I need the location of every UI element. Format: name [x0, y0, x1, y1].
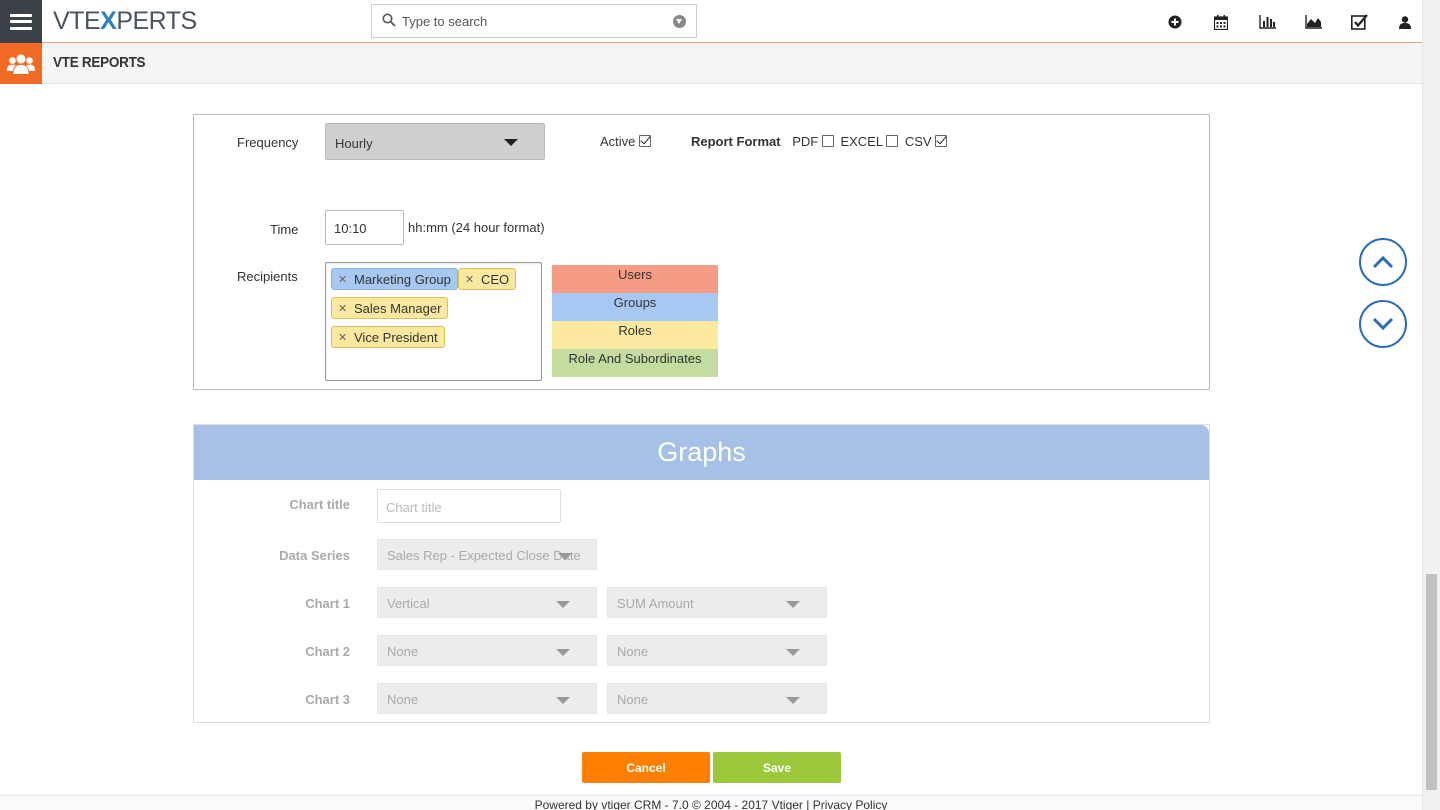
chart-title-label: Chart title [289, 497, 350, 512]
logo-suffix: PERTS [116, 7, 197, 35]
caret-down-icon [786, 697, 800, 704]
recipient-name: CEO [481, 272, 510, 287]
schedule-panel: Frequency Hourly Active Report Format PD… [193, 114, 1210, 390]
format-excel-checkbox[interactable] [886, 135, 899, 147]
graphs-title: Graphs [657, 437, 746, 467]
top-bar: VTEXPERTS [0, 0, 1440, 43]
data-series-select[interactable]: Sales Rep - Expected Close Date [377, 539, 597, 570]
recipient-name: Sales Manager [354, 301, 442, 316]
search-icon [382, 13, 396, 27]
chevron-down-icon [1372, 317, 1394, 331]
graphs-header: Graphs [194, 425, 1209, 480]
caret-down-icon [556, 649, 570, 656]
legend-roles: Roles [552, 321, 718, 349]
scrollbar-thumb[interactable] [1426, 574, 1437, 790]
time-input[interactable]: 10:10 [325, 210, 404, 245]
scroll-down-button[interactable] [1359, 300, 1407, 348]
format-csv-label: CSV [904, 134, 932, 149]
area-chart-icon[interactable] [1302, 12, 1324, 32]
legend-users: Users [552, 265, 718, 293]
recipient-tag[interactable]: ✕ CEO [458, 268, 517, 290]
chevron-up-icon [1372, 255, 1394, 269]
search-dropdown-icon[interactable] [673, 15, 686, 28]
chart-1-field-value: SUM Amount [617, 596, 694, 611]
plus-circle-icon[interactable] [1164, 12, 1186, 32]
logo-prefix: VTE [53, 7, 101, 35]
chart-1-field-select[interactable]: SUM Amount [607, 587, 827, 618]
recipients-label: Recipients [237, 269, 298, 284]
data-series-label: Data Series [279, 548, 350, 563]
logo-x: X [100, 7, 117, 35]
active-field: Active [600, 134, 652, 149]
chart-3-type-select[interactable]: None [377, 683, 597, 714]
recipient-name: Marketing Group [354, 272, 451, 287]
legend-groups: Groups [552, 293, 718, 321]
frequency-select[interactable]: Hourly [325, 123, 545, 160]
user-icon[interactable] [1394, 12, 1416, 32]
recipient-name: Vice President [354, 330, 438, 345]
module-bar: VTE REPORTS [0, 43, 1422, 84]
caret-down-icon [504, 139, 518, 146]
scroll-up-button[interactable] [1359, 238, 1407, 286]
active-label: Active [600, 134, 636, 149]
hamburger-menu-button[interactable] [0, 0, 42, 43]
legend-role-and-subordinates: Role And Subordinates [552, 349, 718, 377]
data-series-value: Sales Rep - Expected Close Date [387, 548, 581, 563]
chart-3-type-value: None [387, 692, 419, 707]
active-checkbox[interactable] [639, 135, 652, 147]
remove-icon[interactable]: ✕ [338, 331, 347, 344]
time-format-hint: hh:mm (24 hour format) [408, 220, 545, 235]
remove-icon[interactable]: ✕ [338, 273, 347, 286]
search-input[interactable] [402, 11, 662, 31]
chart-3-field-value: None [617, 692, 649, 707]
chart-2-type-select[interactable]: None [377, 635, 597, 666]
recipient-tag[interactable]: ✕ Sales Manager [331, 297, 449, 319]
chart-title-input[interactable]: Chart title [377, 489, 561, 523]
page-scrollbar[interactable] [1422, 0, 1440, 810]
cancel-button[interactable]: Cancel [582, 752, 710, 783]
module-title[interactable]: VTE REPORTS [53, 54, 146, 71]
frequency-value: Hourly [335, 136, 373, 151]
caret-down-icon [786, 601, 800, 608]
time-value: 10:10 [334, 221, 367, 236]
caret-down-icon [786, 649, 800, 656]
report-format-field: Report Format PDF EXCEL CSV [691, 134, 948, 149]
graphs-panel: Graphs Chart title Chart title Data Seri… [193, 424, 1210, 723]
format-excel-label: EXCEL [840, 134, 883, 149]
search-box[interactable] [371, 4, 697, 38]
report-format-label: Report Format [691, 134, 781, 149]
chart-1-type-value: Vertical [387, 596, 430, 611]
chart-2-type-value: None [387, 644, 419, 659]
recipient-tag[interactable]: ✕ Marketing Group [331, 268, 458, 290]
remove-icon[interactable]: ✕ [465, 273, 474, 286]
format-pdf-label: PDF [792, 134, 819, 149]
recipient-tag[interactable]: ✕ Vice President [331, 326, 445, 348]
checkbox-icon[interactable] [1348, 12, 1370, 32]
frequency-label: Frequency [237, 135, 299, 150]
chart-1-type-select[interactable]: Vertical [377, 587, 597, 618]
hamburger-icon [10, 13, 32, 30]
format-pdf-checkbox[interactable] [821, 135, 834, 147]
bar-chart-icon[interactable] [1256, 12, 1278, 32]
recipients-multiselect[interactable]: ✕ Marketing Group ✕ CEO ✕ Sales Manager ✕ Vi… [325, 262, 542, 381]
calendar-icon[interactable] [1210, 12, 1232, 32]
users-group-icon[interactable] [0, 43, 42, 84]
footer: Powered by vtiger CRM - 7.0 © 2004 - 201… [0, 795, 1422, 810]
time-label: Time [270, 222, 299, 237]
chart-2-field-value: None [617, 644, 649, 659]
chart-2-label: Chart 2 [305, 644, 350, 659]
chart-3-label: Chart 3 [305, 692, 350, 707]
chart-1-label: Chart 1 [305, 596, 350, 611]
remove-icon[interactable]: ✕ [338, 302, 347, 315]
recipient-type-legend: Users Groups Roles Role And Subordinates [552, 265, 718, 377]
caret-down-icon [558, 553, 572, 560]
format-csv-checkbox[interactable] [935, 135, 948, 147]
chart-3-field-select[interactable]: None [607, 683, 827, 714]
chart-2-field-select[interactable]: None [607, 635, 827, 666]
save-button[interactable]: Save [713, 752, 841, 783]
caret-down-icon [556, 601, 570, 608]
logo[interactable]: VTEXPERTS [53, 8, 197, 34]
chart-title-placeholder: Chart title [386, 500, 442, 515]
caret-down-icon [556, 697, 570, 704]
